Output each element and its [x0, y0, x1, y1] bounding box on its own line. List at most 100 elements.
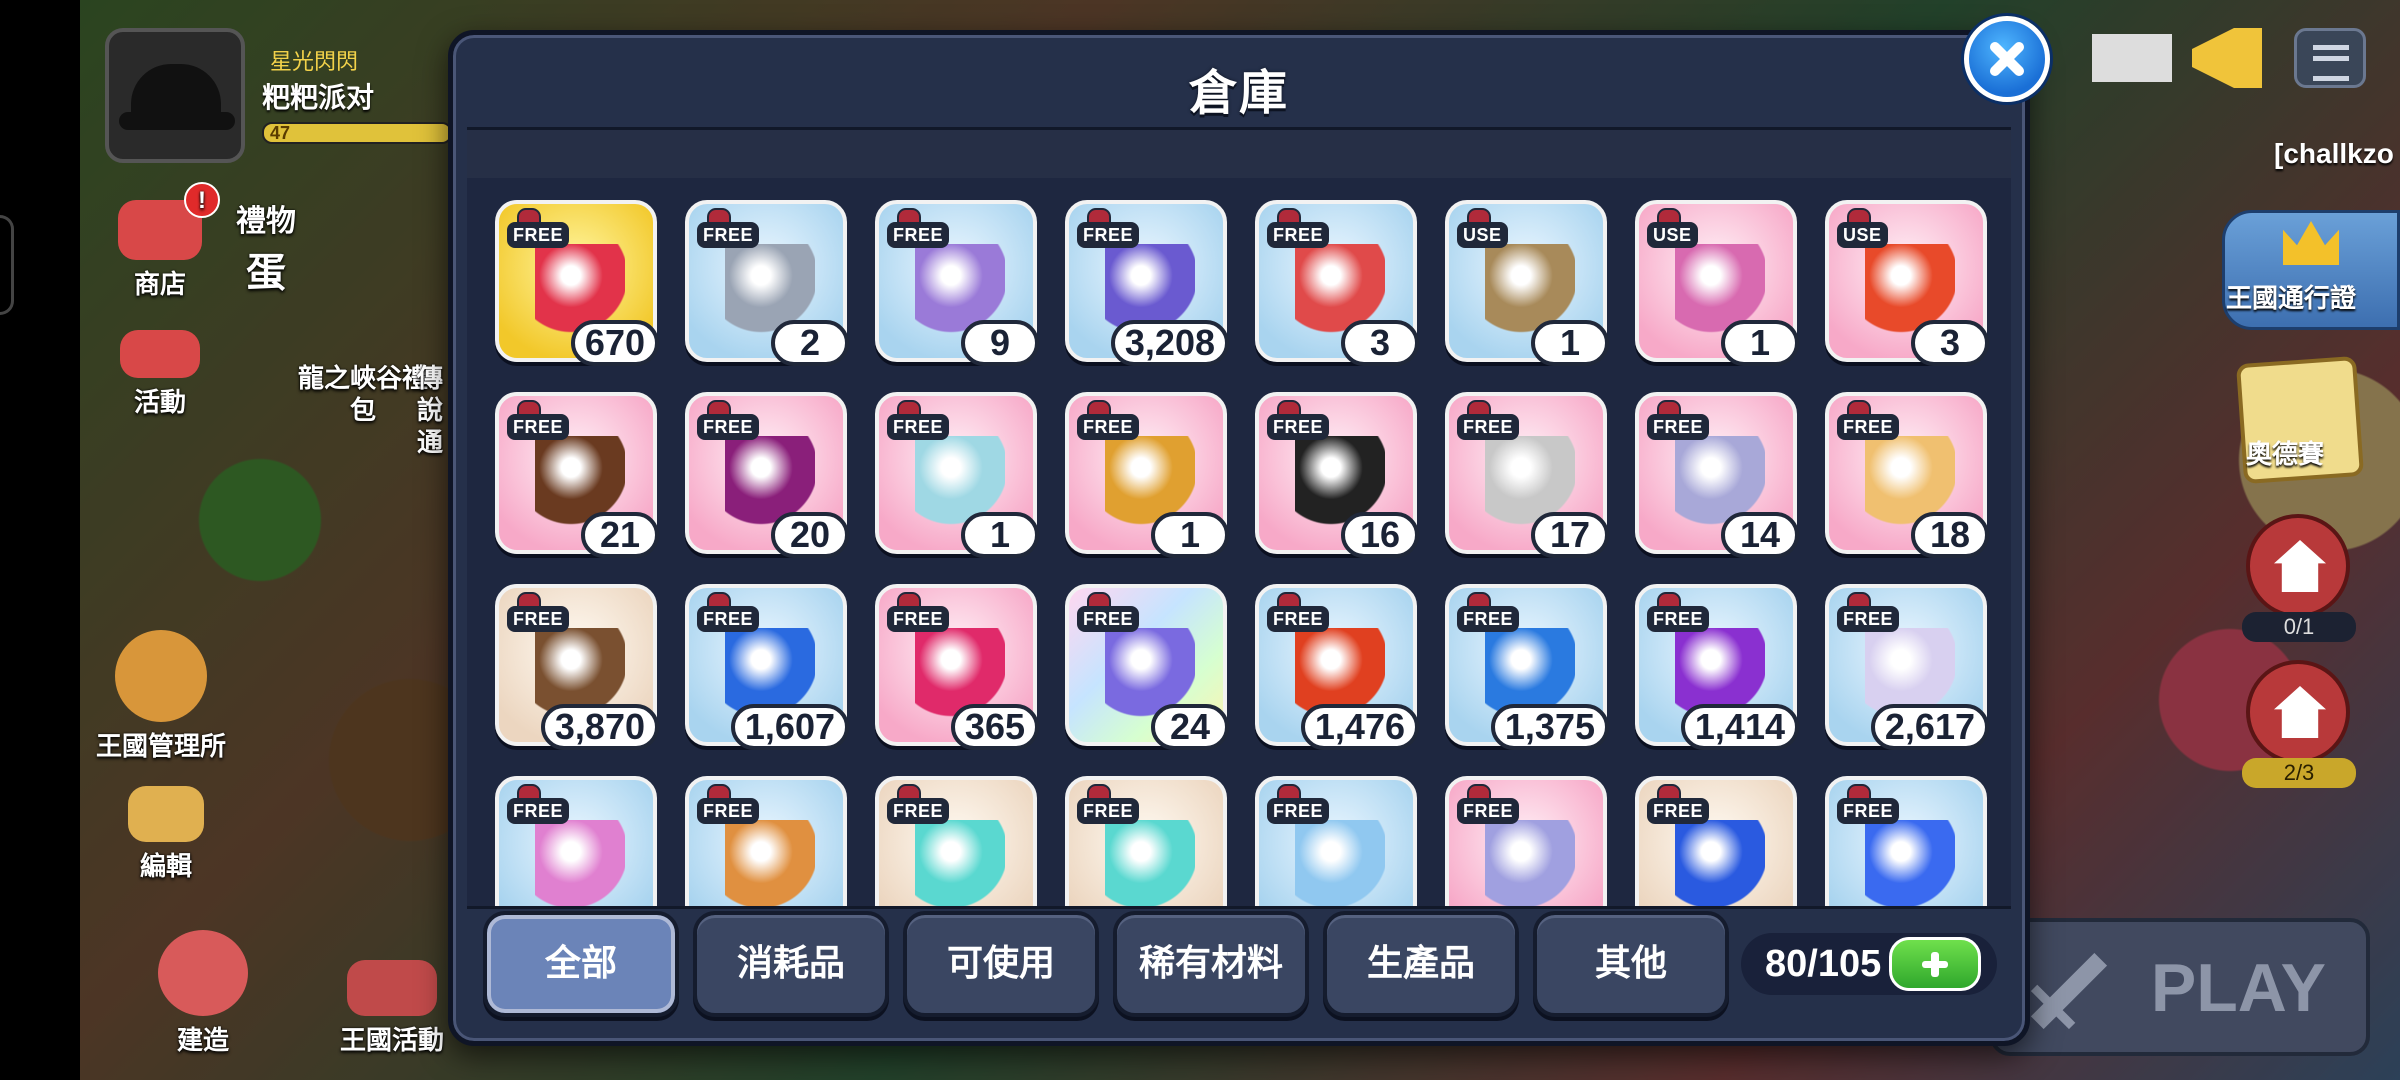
tab-consumables[interactable]: 消耗品 — [693, 911, 889, 1017]
inventory-item[interactable]: FREE 14 — [1635, 392, 1799, 558]
tab-usable[interactable]: 可使用 — [903, 911, 1099, 1017]
inventory-item[interactable]: FREE 1,414 — [1635, 584, 1799, 750]
tab-other[interactable]: 其他 — [1533, 911, 1729, 1017]
item-count: 1,607 — [730, 704, 849, 750]
kingdom-event-button[interactable]: 王國活動 — [340, 960, 444, 1057]
inventory-item[interactable]: FREE 20 — [685, 392, 849, 558]
item-tag: FREE — [697, 606, 760, 632]
item-tag: FREE — [1077, 414, 1140, 440]
item-tag: FREE — [1077, 798, 1140, 824]
inventory-item[interactable]: FREE — [495, 776, 657, 906]
item-tag: FREE — [887, 414, 950, 440]
item-tag: FREE — [1647, 798, 1710, 824]
inventory-item[interactable]: FREE 21 — [495, 392, 659, 558]
inventory-item[interactable]: FREE 18 — [1825, 392, 1989, 558]
item-tag: FREE — [507, 222, 570, 248]
close-button[interactable] — [1964, 16, 2050, 102]
inventory-item[interactable]: FREE 365 — [875, 584, 1039, 750]
item-tag: FREE — [697, 222, 760, 248]
inventory-item[interactable]: FREE 17 — [1445, 392, 1609, 558]
shop-button[interactable]: 商店 ! — [118, 182, 220, 301]
inventory-item[interactable]: FREE 670 — [495, 200, 659, 366]
mail-icon[interactable] — [2092, 34, 2172, 82]
gift-egg-banner[interactable]: 禮物 蛋 — [236, 196, 296, 298]
item-tag: FREE — [1077, 606, 1140, 632]
player-avatar[interactable] — [105, 28, 245, 163]
play-button[interactable]: PLAY — [1990, 918, 2370, 1056]
tab-all[interactable]: 全部 — [483, 911, 679, 1017]
orange-diamond-icon — [725, 820, 815, 906]
item-tag: FREE — [1647, 606, 1710, 632]
item-count: 18 — [1911, 512, 1989, 558]
inventory-item[interactable]: FREE 1,375 — [1445, 584, 1609, 750]
build-label: 建造 — [176, 1025, 229, 1055]
kingdom-event-icon — [347, 960, 437, 1016]
candy-jar-icon — [1485, 820, 1575, 906]
item-count: 1 — [1151, 512, 1229, 558]
legend-pass-button[interactable]: 傳說通 — [410, 362, 450, 458]
house-button-1[interactable] — [2240, 514, 2360, 622]
inventory-item[interactable]: FREE 3,208 — [1065, 200, 1229, 366]
inventory-item[interactable]: FREE 24 — [1065, 584, 1229, 750]
inventory-item[interactable]: FREE — [1445, 776, 1607, 906]
event-button[interactable]: 活動 — [120, 330, 200, 419]
item-count: 3 — [1341, 320, 1419, 366]
kingdom-admin-button[interactable]: 王國管理所 — [96, 630, 226, 763]
inventory-item[interactable]: FREE 2 — [685, 200, 849, 366]
item-count: 1,414 — [1680, 704, 1799, 750]
item-grid-scroll[interactable]: FREE 670 FREE 2 FREE 9 FREE 3,208 FREE 3 USE 1 USE 1 U… — [467, 127, 2011, 909]
item-tag: FREE — [1267, 222, 1330, 248]
inventory-item[interactable]: FREE 9 — [875, 200, 1039, 366]
inventory-item[interactable]: FREE 1,476 — [1255, 584, 1419, 750]
inventory-item[interactable]: FREE 1 — [875, 392, 1039, 558]
inventory-item[interactable]: FREE 16 — [1255, 392, 1419, 558]
inventory-item[interactable]: FREE 1 — [1065, 392, 1229, 558]
tab-products[interactable]: 生產品 — [1323, 911, 1519, 1017]
build-button[interactable]: 建造 — [158, 930, 248, 1057]
item-count: 2,617 — [1870, 704, 1989, 750]
dragon-pack-button[interactable]: 龍之峽谷禮包 — [298, 362, 428, 426]
inventory-item[interactable]: FREE — [1065, 776, 1227, 906]
inventory-item[interactable]: USE 3 — [1825, 200, 1989, 366]
house-button-2[interactable] — [2240, 660, 2360, 768]
inventory-item[interactable]: USE 1 — [1635, 200, 1799, 366]
edit-button[interactable]: 編輯 — [128, 786, 204, 883]
teal-gem-cluster-icon — [1105, 820, 1195, 906]
item-count: 365 — [950, 704, 1039, 750]
item-tag: FREE — [887, 798, 950, 824]
item-count: 3,870 — [540, 704, 659, 750]
inventory-item[interactable]: FREE — [1635, 776, 1797, 906]
menu-icon[interactable] — [2294, 28, 2366, 88]
odyssey-label: 奧德賽 — [2246, 439, 2325, 469]
inventory-item[interactable]: FREE 3,870 — [495, 584, 659, 750]
inventory-item[interactable]: FREE — [685, 776, 847, 906]
house-count-2: 2/3 — [2242, 758, 2356, 788]
gift-title: 禮物 — [236, 205, 296, 238]
tab-rare-materials[interactable]: 稀有材料 — [1113, 911, 1309, 1017]
player-name: 粑粑派对 — [262, 82, 375, 113]
expand-storage-button[interactable] — [1889, 937, 1981, 991]
item-tag: FREE — [1457, 798, 1520, 824]
inventory-item[interactable]: FREE 3 — [1255, 200, 1419, 366]
edit-icon — [128, 786, 204, 842]
inventory-item[interactable]: FREE — [1255, 776, 1417, 906]
item-count: 9 — [961, 320, 1039, 366]
rainbow-star-icon — [535, 820, 625, 906]
storage-modal: 倉庫 FREE 670 FREE 2 FREE 9 FREE 3,208 FREE 3 USE 1 US… — [448, 30, 2030, 1046]
kingdom-pass-label: 王國通行證 — [2226, 283, 2357, 313]
inventory-item[interactable]: FREE — [875, 776, 1037, 906]
item-count: 670 — [570, 320, 659, 366]
level-bar: 47 — [262, 122, 452, 144]
edit-label: 編輯 — [139, 851, 192, 881]
item-count: 20 — [771, 512, 849, 558]
inventory-item[interactable]: FREE 2,617 — [1825, 584, 1989, 750]
inventory-item[interactable]: USE 1 — [1445, 200, 1609, 366]
crown-icon — [2283, 221, 2339, 265]
modal-title: 倉庫 — [1188, 67, 1289, 120]
kingdom-event-label: 王國活動 — [340, 1025, 445, 1055]
hat-brim — [119, 112, 235, 130]
inventory-item[interactable]: FREE 1,607 — [685, 584, 849, 750]
item-tag: FREE — [887, 222, 950, 248]
inventory-item[interactable]: FREE — [1825, 776, 1987, 906]
item-tag: FREE — [887, 606, 950, 632]
